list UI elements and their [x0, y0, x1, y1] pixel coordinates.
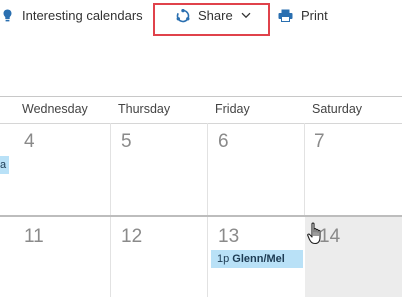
- event-chip-partial-text: a: [0, 159, 7, 171]
- date-cell-12[interactable]: 12: [121, 226, 142, 248]
- date-cell-13[interactable]: 13: [218, 226, 239, 248]
- printer-icon: [278, 9, 293, 22]
- date-cell-11[interactable]: 11: [24, 226, 44, 248]
- day-header-friday: Friday: [215, 102, 250, 116]
- date-cell-5[interactable]: 5: [121, 131, 132, 153]
- date-cell-4[interactable]: 4: [24, 131, 35, 153]
- lightbulb-icon: [3, 9, 12, 23]
- share-highlight-box: [153, 3, 270, 36]
- event-time: 1p: [217, 253, 233, 265]
- date-cell-7[interactable]: 7: [314, 131, 325, 153]
- toolbar: Interesting calendars Share Print: [0, 0, 402, 36]
- day-header-thursday: Thursday: [118, 102, 171, 116]
- calendar-top-divider: [0, 96, 402, 97]
- event-title: Glenn/Mel: [232, 253, 285, 265]
- hand-cursor-icon: [307, 222, 325, 251]
- column-separator: [110, 123, 111, 215]
- print-label: Print: [301, 8, 328, 23]
- print-button[interactable]: Print: [278, 8, 328, 23]
- day-header-wednesday: Wednesday: [22, 102, 88, 116]
- interesting-calendars-label: Interesting calendars: [22, 8, 143, 23]
- interesting-calendars-button[interactable]: Interesting calendars: [3, 8, 143, 23]
- column-separator: [207, 217, 208, 297]
- column-separator: [110, 217, 111, 297]
- day-header-saturday: Saturday: [312, 102, 363, 116]
- date-cell-6[interactable]: 6: [218, 131, 229, 153]
- event-chip-glenn-mel[interactable]: 1p Glenn/Mel: [211, 250, 303, 268]
- column-separator: [304, 123, 305, 215]
- week1-top-border: [0, 123, 402, 124]
- event-chip-partial[interactable]: a: [0, 156, 9, 174]
- column-separator: [207, 123, 208, 215]
